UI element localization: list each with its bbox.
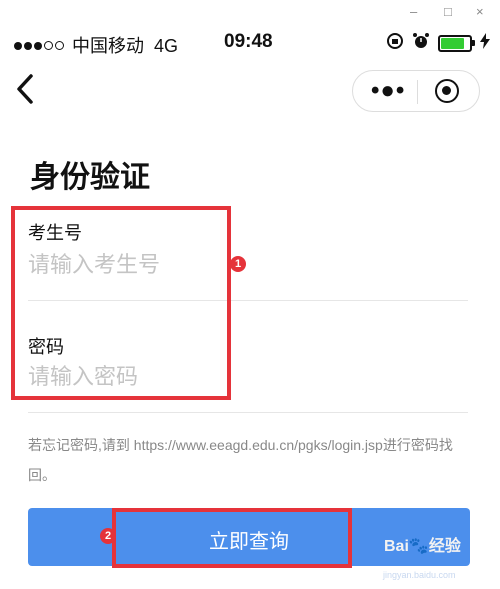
capsule-divider [417, 80, 418, 104]
paw-icon: 🐾 [408, 538, 429, 555]
minimize-button[interactable]: – [410, 4, 417, 19]
divider [28, 412, 468, 413]
more-dots-icon[interactable]: •●• [371, 77, 405, 105]
target-icon[interactable] [435, 79, 459, 103]
watermark-url: jingyan.baidu.com [383, 570, 456, 580]
password-recovery-hint: 若忘记密码,请到 https://www.eeagd.edu.cn/pgks/l… [28, 437, 453, 483]
baidu-watermark: Bai🐾经验 [384, 532, 461, 556]
close-window-button[interactable]: × [476, 4, 484, 19]
status-time: 09:48 [224, 31, 273, 52]
carrier-name: 中国移动 4G [72, 32, 178, 58]
carrier-label: 中国移动 [72, 36, 144, 56]
annotation-box-1 [11, 206, 231, 400]
watermark-suffix: 经验 [428, 538, 461, 555]
network-type: 4G [154, 36, 179, 56]
page-title: 身份验证 [30, 161, 150, 194]
lock-rotation-icon [386, 32, 404, 55]
watermark-text: Bai [384, 538, 409, 555]
status-bar: 中国移动 4G 09:48 [0, 26, 500, 60]
maximize-button[interactable]: □ [444, 4, 452, 19]
charging-icon [480, 33, 490, 54]
annotation-box-2 [112, 508, 352, 568]
chevron-left-icon[interactable] [14, 72, 36, 115]
window-controls: – □ × [0, 0, 500, 26]
signal-strength-icon [14, 34, 66, 55]
annotation-badge-1: 1 [230, 256, 246, 272]
annotation-badge-2: 2 [100, 528, 116, 544]
alarm-icon [412, 32, 430, 55]
battery-icon [438, 35, 475, 52]
mini-program-capsule: •●• [352, 70, 480, 112]
